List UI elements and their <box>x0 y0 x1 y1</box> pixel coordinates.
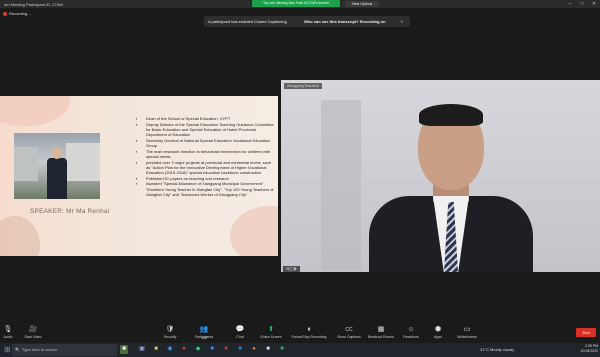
show-captions-button[interactable]: CC Show Captions <box>331 326 367 339</box>
speaker-label: SPEAKER: Mr Ma Renhai <box>30 208 110 215</box>
record-icon <box>3 11 7 16</box>
word-icon[interactable]: ■ <box>236 345 244 354</box>
video-name-tag: Xiangyang Teachers' <box>284 83 323 89</box>
zoom-icon[interactable]: ■ <box>208 345 216 354</box>
caption-notice: A participant has enabled Closed Caption… <box>204 16 410 27</box>
smiley-icon: ☺ <box>407 326 415 333</box>
window-title: om Meeting Participant ID: 27640 <box>4 2 64 7</box>
windows-start-icon[interactable]: ⊞ <box>4 345 12 354</box>
recording-label: Recording... <box>9 11 31 16</box>
shield-icon: 🛡 <box>165 326 175 333</box>
share-screen-icon: ⬆ <box>268 326 274 333</box>
decor-blob <box>230 206 278 256</box>
participant-video[interactable] <box>281 80 600 272</box>
chrome-icon[interactable]: ● <box>180 345 188 354</box>
minimize-button[interactable]: – <box>565 0 575 8</box>
bio-item: Awarded "Special Allowance of Xiangyang … <box>136 181 276 197</box>
participant-name-label: 马仁海 <box>283 266 300 273</box>
shared-slide: SPEAKER: Mr Ma Renhai Dean of the School… <box>0 96 278 256</box>
close-window-button[interactable]: ✕ <box>589 0 599 8</box>
participants-button[interactable]: 👥123 Participants <box>186 326 222 340</box>
apps-icon: ⬢ <box>434 326 442 333</box>
participants-icon: 👥123 <box>199 326 209 340</box>
view-options-button[interactable]: View Options <box>345 1 379 7</box>
chat-icon: 💬 <box>235 326 245 333</box>
bio-list: Dean of the School of Special Education,… <box>136 116 276 198</box>
captions-icon: CC <box>345 327 353 333</box>
app-icon[interactable]: ● <box>250 345 258 354</box>
decor-blob <box>0 96 70 126</box>
bio-item: Published 51 papers on teaching and rese… <box>136 176 276 182</box>
end-meeting-button[interactable]: End <box>576 328 596 337</box>
pause-stop-recording-button[interactable]: ⏸ Pause/Stop Recording <box>287 326 331 339</box>
security-button[interactable]: 🛡 Security <box>152 326 188 339</box>
close-icon[interactable]: ✕ <box>400 16 403 27</box>
transcript-info-link[interactable]: Who can see this transcript? Recording o… <box>304 16 386 27</box>
taskbar-search-box[interactable]: 🔍 Type here to search <box>12 344 117 356</box>
breakout-rooms-icon: ▦ <box>377 326 385 333</box>
caption-notice-text: A participant has enabled Closed Caption… <box>208 19 287 24</box>
screen-share-banner: You are viewing Bao Fafa ICCCM's screen <box>252 0 340 7</box>
video-camera-icon: 🎥 <box>28 326 38 333</box>
whiteboards-button[interactable]: ▭ Whiteboards <box>449 326 485 339</box>
meeting-toolbar: 🎙 Audio 🎥 Start Video 🛡 Security 👥123 Partic… <box>0 323 600 343</box>
share-screen-button[interactable]: ⬆ Share Screen <box>253 326 289 339</box>
bio-item: presided over 3 major projects at provin… <box>136 160 276 176</box>
bio-item: Secretary General of National Special Ed… <box>136 138 276 149</box>
pause-icon: ⏸ <box>307 326 311 333</box>
taskbar-app-icon[interactable]: ■ <box>120 345 128 354</box>
bio-item: Dean of the School of Special Education,… <box>136 116 276 122</box>
bio-item: The main research direction is behaviora… <box>136 149 276 160</box>
taskbar-clock[interactable]: 2:05 PM 10/16/2022 <box>576 344 598 354</box>
app-icon[interactable]: ■ <box>278 345 286 354</box>
taskview-icon[interactable]: ▣ <box>138 345 146 354</box>
search-icon: 🔍 <box>15 347 20 352</box>
decor-blob <box>0 216 40 256</box>
recording-indicator[interactable]: Recording... <box>3 11 31 16</box>
weather-widget[interactable]: 31°C Mostly cloudy <box>480 344 514 356</box>
edge-icon[interactable]: ◉ <box>166 345 174 354</box>
bio-item: Deputy Director of the Special Education… <box>136 122 276 138</box>
whiteboard-icon: ▭ <box>463 326 471 333</box>
app-icon[interactable]: ■ <box>264 345 272 354</box>
speaker-photo <box>14 133 100 199</box>
start-video-button[interactable]: 🎥 Start Video <box>15 326 51 339</box>
wechat-icon[interactable]: ◆ <box>194 345 202 354</box>
search-placeholder: Type here to search <box>22 347 58 352</box>
file-explorer-icon[interactable]: ■ <box>152 345 160 354</box>
powerpoint-icon[interactable]: ■ <box>222 345 230 354</box>
microphone-icon: 🎙 <box>3 326 13 333</box>
maximize-button[interactable]: □ <box>577 0 587 8</box>
clock-date: 10/16/2022 <box>580 349 598 353</box>
